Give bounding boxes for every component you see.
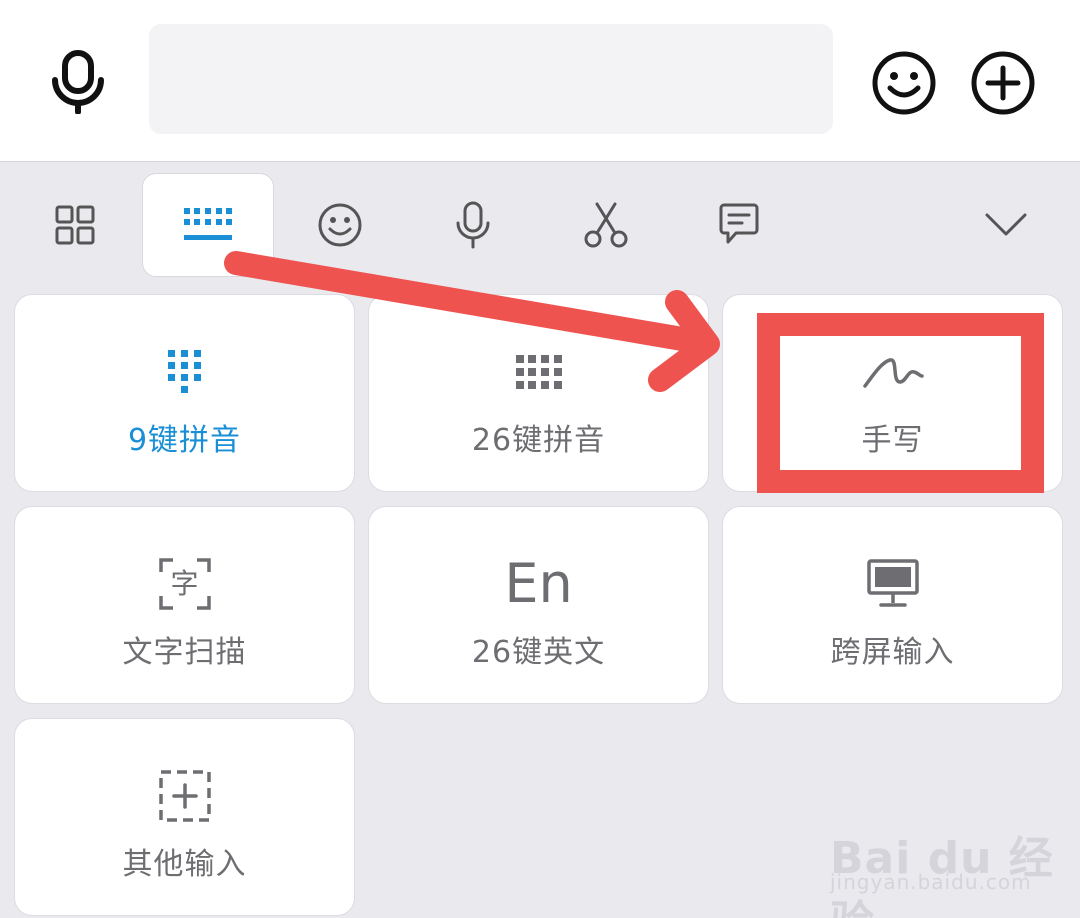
- watermark-url: jingyan.baidu.com: [830, 870, 1032, 894]
- toolbar-item-collapse[interactable]: [940, 173, 1072, 277]
- toolbar-item-keyboard[interactable]: [142, 173, 274, 277]
- layout-card-label: 26键拼音: [471, 423, 606, 458]
- english-letters-icon: En: [369, 549, 708, 619]
- smiley-icon: [317, 202, 363, 248]
- layout-card-other[interactable]: 其他输入: [14, 718, 355, 916]
- toolbar-item-voice[interactable]: [407, 173, 539, 277]
- monitor-icon: [723, 549, 1062, 619]
- nine-key-keypad-icon: [15, 337, 354, 407]
- layout-card-9key-pinyin[interactable]: 9键拼音: [14, 294, 355, 492]
- layout-card-label: 跨屏输入: [830, 635, 955, 670]
- toolbar-item-emoji[interactable]: [274, 173, 406, 277]
- annotation-highlight-box: [757, 313, 1044, 493]
- scissors-icon: [583, 201, 629, 249]
- input-bar: [0, 0, 1080, 162]
- layout-card-label: 文字扫描: [122, 635, 247, 670]
- full-keyboard-icon: [369, 337, 708, 407]
- toolbar-item-clipboard[interactable]: [540, 173, 672, 277]
- chevron-down-icon: [984, 212, 1028, 238]
- text-scan-icon: 字: [15, 549, 354, 619]
- layout-card-26key-english[interactable]: En 26键英文: [368, 506, 709, 704]
- smiley-icon[interactable]: [871, 50, 937, 116]
- layout-card-text-scan[interactable]: 字 文字扫描: [14, 506, 355, 704]
- toolbar-item-apps[interactable]: [9, 173, 141, 277]
- microphone-icon: [453, 201, 493, 249]
- english-glyph: En: [504, 552, 573, 615]
- layout-card-cross-screen[interactable]: 跨屏输入: [722, 506, 1063, 704]
- layout-card-label: 其他输入: [122, 847, 247, 882]
- layout-card-label: 9键拼音: [127, 423, 242, 458]
- watermark: Bai du 经验 jingyan.baidu.com: [826, 800, 1066, 918]
- layout-card-26key-pinyin[interactable]: 26键拼音: [368, 294, 709, 492]
- text-scan-glyph: 字: [170, 567, 199, 600]
- message-input[interactable]: [149, 24, 833, 134]
- dashed-plus-icon: [15, 761, 354, 831]
- speech-bubble-icon: [718, 202, 760, 248]
- microphone-icon[interactable]: [48, 50, 108, 115]
- grid-apps-icon: [55, 205, 95, 245]
- keyboard-icon: [184, 208, 232, 242]
- layout-card-label: 26键英文: [471, 635, 606, 670]
- keyboard-toolbar: [0, 163, 1080, 285]
- plus-circle-icon[interactable]: [970, 50, 1036, 116]
- toolbar-item-phrases[interactable]: [673, 173, 805, 277]
